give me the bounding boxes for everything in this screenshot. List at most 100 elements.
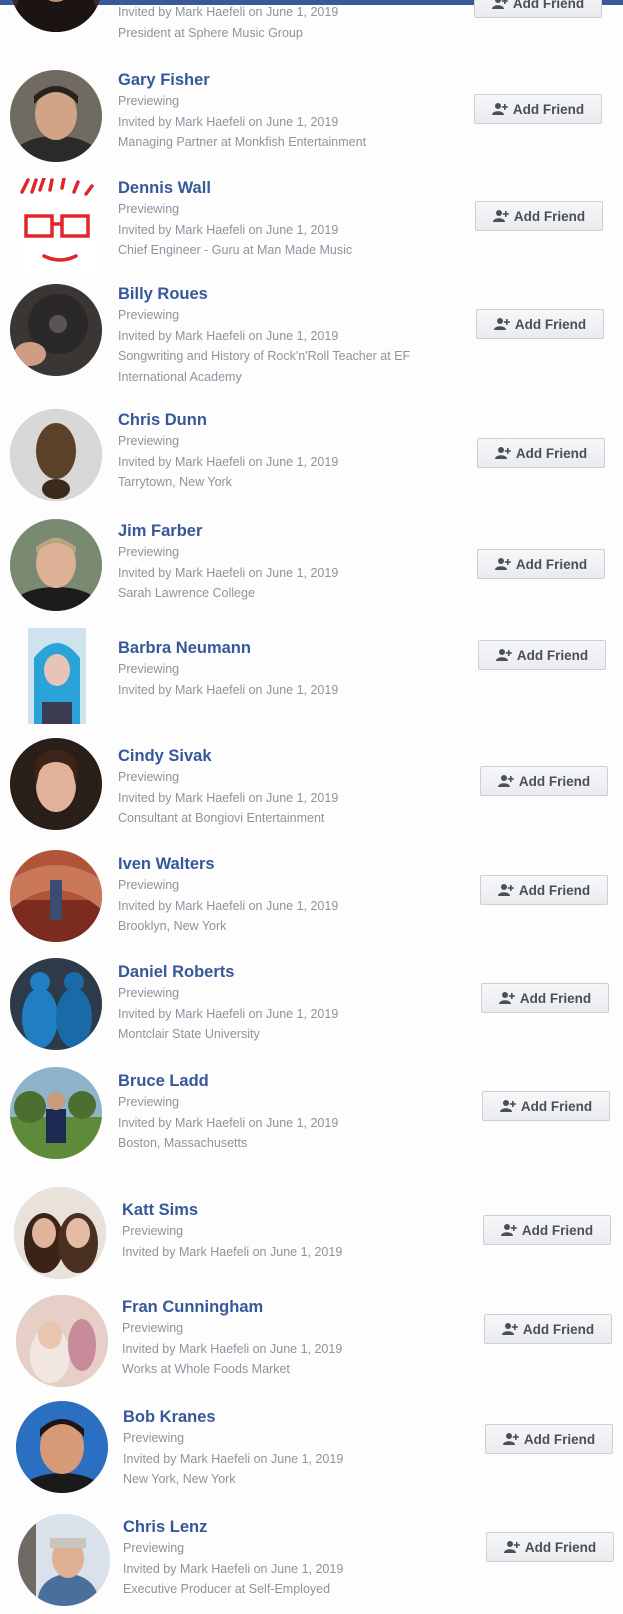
button-label: Add Friend [512, 0, 585, 11]
invite-text: Invited by Mark Haefeli on June 1, 2019 [118, 790, 339, 805]
person-info: Iven Walters Previewing Invited by Mark … [118, 854, 458, 937]
detail-text: New York, New York [123, 1472, 236, 1486]
add-friend-button[interactable]: Add Friend [475, 201, 603, 231]
person-name[interactable]: Bruce Ladd [118, 1071, 458, 1091]
invite-text: Invited by Mark Haefeli on June 1, 2019 [118, 1006, 339, 1021]
add-friend-button[interactable]: Add Friend [477, 438, 605, 468]
person-info: Bruce Ladd Previewing Invited by Mark Ha… [118, 1071, 458, 1154]
status-text: Previewing [118, 94, 180, 108]
avatar[interactable] [16, 1295, 108, 1387]
add-friend-button[interactable]: Add Friend [477, 549, 605, 579]
button-label: Add Friend [515, 446, 588, 461]
add-friend-button[interactable]: Add Friend [483, 1215, 611, 1245]
detail-text: Executive Producer at Self-Employed [123, 1582, 331, 1596]
avatar[interactable] [18, 1514, 110, 1606]
add-friend-button[interactable]: Add Friend [480, 875, 608, 905]
detail-text: President at Sphere Music Group [118, 25, 303, 40]
invite-text: Invited by Mark Haefeli on June 1, 2019 [118, 1115, 339, 1130]
person-info: Daniel Roberts Previewing Invited by Mar… [118, 962, 458, 1045]
button-label: Add Friend [521, 1223, 594, 1238]
add-friend-button[interactable]: Add Friend [484, 1314, 612, 1344]
avatar[interactable] [10, 1067, 102, 1159]
button-label: Add Friend [518, 883, 591, 898]
avatar[interactable] [10, 70, 102, 162]
invite-text: Invited by Mark Haefeli on June 1, 2019 [118, 898, 339, 913]
avatar[interactable] [10, 0, 102, 32]
detail-text: Works at Whole Foods Market [122, 1362, 290, 1376]
person-name[interactable]: Daniel Roberts [118, 962, 458, 982]
button-label: Add Friend [516, 648, 589, 663]
avatar[interactable] [10, 409, 102, 501]
status-text: Previewing [118, 662, 180, 676]
invite-text: Invited by Mark Haefeli on June 1, 2019 [123, 1451, 344, 1466]
invite-text: Invited by Mark Haefeli on June 1, 2019 [118, 222, 339, 237]
status-text: Previewing [118, 308, 180, 322]
person-info: Barbra Neumann Previewing Invited by Mar… [118, 638, 458, 700]
person-name[interactable]: Dennis Wall [118, 178, 458, 198]
detail-text: Chief Engineer - Guru at Man Made Music [118, 243, 353, 257]
person-info: Jim Farber Previewing Invited by Mark Ha… [118, 521, 458, 604]
add-friend-icon [495, 648, 512, 662]
person-info: Katt Sims Previewing Invited by Mark Hae… [122, 1200, 462, 1262]
button-label: Add Friend [515, 557, 588, 572]
person-name[interactable]: Barbra Neumann [118, 638, 458, 658]
avatar[interactable] [16, 1401, 108, 1493]
person-info: Chris Dunn Previewing Invited by Mark Ha… [118, 410, 458, 493]
button-label: Add Friend [513, 209, 586, 224]
person-name[interactable]: Jim Farber [118, 521, 458, 541]
invite-text: Invited by Mark Haefeli on June 1, 2019 [118, 565, 339, 580]
add-friend-icon [493, 317, 510, 331]
detail-text: Boston, Massachusetts [118, 1136, 248, 1150]
add-friend-button[interactable]: Add Friend [474, 94, 602, 124]
add-friend-icon [500, 1223, 517, 1237]
add-friend-button[interactable]: Add Friend [478, 640, 606, 670]
add-friend-button[interactable]: Add Friend [474, 0, 602, 18]
button-label: Add Friend [520, 1099, 593, 1114]
person-info: Billy Roues Previewing Invited by Mark H… [118, 284, 458, 387]
person-name[interactable]: Billy Roues [118, 284, 458, 304]
avatar[interactable] [10, 738, 102, 830]
person-name[interactable]: Katt Sims [122, 1200, 462, 1220]
invite-text: Invited by Mark Haefeli on June 1, 2019 [118, 5, 339, 19]
add-friend-button[interactable]: Add Friend [485, 1424, 613, 1454]
button-label: Add Friend [524, 1540, 597, 1555]
avatar[interactable] [18, 178, 102, 274]
invite-text: Invited by Mark Haefeli on June 1, 2019 [118, 454, 339, 469]
person-info: Bob Kranes Previewing Invited by Mark Ha… [123, 1407, 463, 1490]
button-label: Add Friend [523, 1432, 596, 1447]
person-info: Fran Cunningham Previewing Invited by Ma… [122, 1297, 462, 1380]
avatar[interactable] [10, 519, 102, 611]
person-name[interactable]: Fran Cunningham [122, 1297, 462, 1317]
avatar[interactable] [28, 628, 86, 724]
person-name[interactable]: Cindy Sivak [118, 746, 458, 766]
status-text: Previewing [122, 1321, 184, 1335]
avatar[interactable] [10, 284, 102, 376]
avatar[interactable] [14, 1187, 106, 1279]
person-name[interactable]: Bob Kranes [123, 1407, 463, 1427]
status-text: Previewing [123, 1431, 185, 1445]
add-friend-button[interactable]: Add Friend [480, 766, 608, 796]
button-label: Add Friend [519, 991, 592, 1006]
person-info: Invited by Mark Haefeli on June 1, 2019 … [118, 2, 458, 43]
avatar[interactable] [10, 958, 102, 1050]
person-name[interactable]: Chris Lenz [123, 1517, 463, 1537]
avatar[interactable] [10, 850, 102, 942]
person-name[interactable]: Gary Fisher [118, 70, 458, 90]
add-friend-button[interactable]: Add Friend [481, 983, 609, 1013]
person-name[interactable]: Chris Dunn [118, 410, 458, 430]
status-text: Previewing [118, 202, 180, 216]
person-info: Gary Fisher Previewing Invited by Mark H… [118, 70, 458, 153]
status-text: Previewing [118, 434, 180, 448]
status-text: Previewing [118, 878, 180, 892]
add-friend-button[interactable]: Add Friend [482, 1091, 610, 1121]
detail-text: Consultant at Bongiovi Entertainment [118, 811, 325, 825]
invite-text: Invited by Mark Haefeli on June 1, 2019 [118, 114, 339, 129]
status-text: Previewing [118, 1095, 180, 1109]
add-friend-icon [502, 1432, 519, 1446]
button-label: Add Friend [518, 774, 591, 789]
person-name[interactable]: Iven Walters [118, 854, 458, 874]
add-friend-icon [497, 774, 514, 788]
person-info: Dennis Wall Previewing Invited by Mark H… [118, 178, 458, 261]
add-friend-button[interactable]: Add Friend [476, 309, 604, 339]
add-friend-button[interactable]: Add Friend [486, 1532, 614, 1562]
